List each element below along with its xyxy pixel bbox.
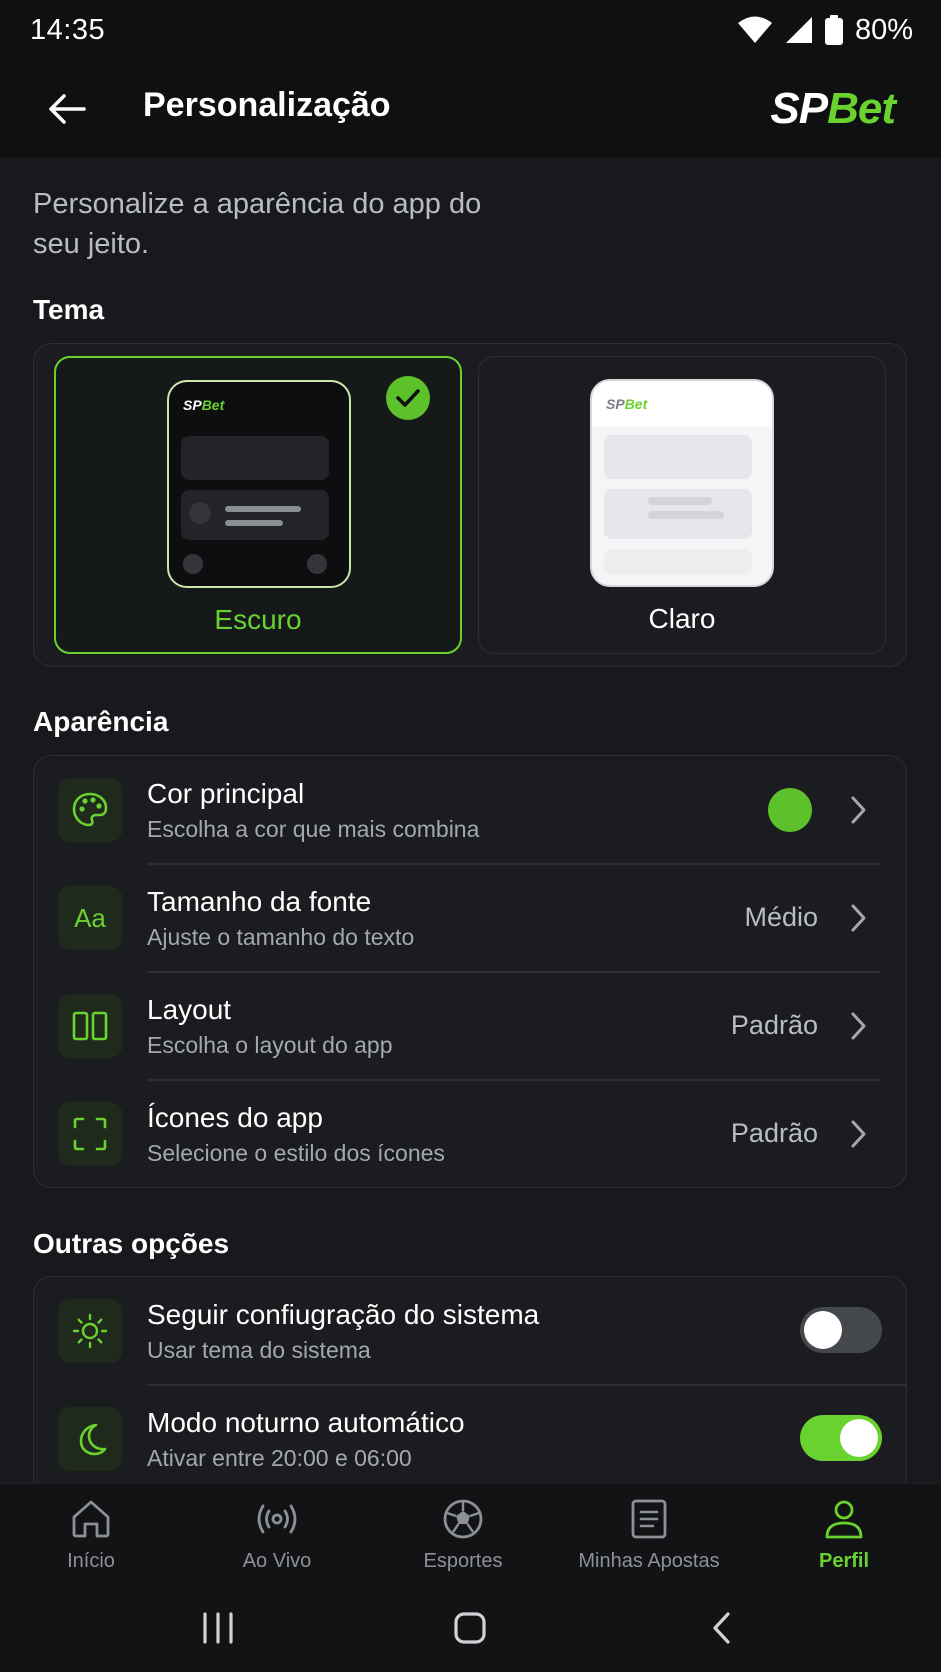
appearance-row-layout[interactable]: Layout Escolha o layout do app Padrão [34,972,906,1080]
other-options-list: Seguir confiugração do sistema Usar tema… [33,1276,907,1506]
light-theme-preview: SP Bet [590,379,774,587]
theme-option-light[interactable]: SP Bet Claro [478,356,886,654]
wifi-icon [737,16,773,44]
logo-bet-text: Bet [827,84,896,133]
palette-icon [58,778,122,842]
row-title: Ícones do app [147,1102,323,1133]
row-subtitle: Escolha a cor que mais combina [147,816,480,842]
appearance-row-font-size[interactable]: Aa Tamanho da fonte Ajuste o tamanho do … [34,864,906,972]
layout-columns-icon [58,994,122,1058]
row-title: Seguir confiugração do sistema [147,1299,540,1330]
battery-percent: 80% [854,13,913,46]
status-icons: 80% [737,14,913,47]
nav-item-live[interactable]: Ao Vivo [183,1496,371,1584]
other-row-auto-night: Modo noturno automático Ativar entre 20:… [34,1385,906,1493]
status-time: 14:35 [30,13,106,46]
preview-logo: SP Bet [592,381,772,427]
row-title: Layout [147,994,232,1025]
appearance-row-main-color[interactable]: Cor principal Escolha a cor que mais com… [34,756,906,864]
row-subtitle: Escolha o layout do app [147,1032,393,1058]
chevron-right-icon [851,1012,866,1040]
nav-item-home[interactable]: Início [0,1496,185,1584]
nav-label: Início [67,1550,115,1572]
row-subtitle: Selecione o estilo dos ícones [147,1140,445,1166]
section-title-theme: Tema [33,294,105,325]
chevron-right-icon [851,1120,866,1148]
battery-icon [824,15,843,45]
bottom-navigation: Início Ao Vivo Esportes Minhas Apostas P… [0,1483,941,1586]
nav-label: Esportes [423,1550,503,1572]
intro-text: Personalize a aparência do app do seu je… [33,188,482,260]
moon-icon [58,1407,122,1471]
page-title: Personalização [143,86,391,124]
row-title: Cor principal [147,778,305,809]
chevron-right-icon [851,904,866,932]
appearance-row-app-icons[interactable]: Ícones do app Selecione o estilo dos íco… [34,1080,906,1187]
font-size-icon: Aa [58,886,122,950]
home-icon [68,1496,114,1542]
screen: 14:35 80% Personalização SPBet Personali… [0,0,941,1672]
arrow-left-icon [49,94,86,124]
theme-selector: SP Bet Escuro SP Bet Claro [33,343,907,667]
brand-logo: SPBet [770,84,896,134]
logo-sp-text: SP [770,84,828,133]
nav-item-my-bets[interactable]: Minhas Apostas [555,1496,743,1584]
app-header: Personalização SPBet [0,60,941,158]
row-title: Modo noturno automático [147,1407,465,1438]
back-system-button[interactable] [697,1606,747,1650]
row-title: Tamanho da fonte [147,886,372,917]
soccer-ball-icon [440,1496,486,1542]
theme-label-dark: Escuro [214,604,302,635]
nav-label: Perfil [818,1550,870,1572]
auto-night-toggle[interactable] [800,1415,882,1461]
row-value: Médio [744,902,818,932]
nav-label: Minhas Apostas [578,1550,720,1572]
nav-item-profile[interactable]: Perfil [750,1496,938,1584]
dark-theme-preview: SP Bet [167,380,351,588]
row-subtitle: Usar tema do sistema [147,1337,371,1363]
profile-icon [821,1496,867,1542]
home-system-button[interactable] [445,1606,495,1650]
chevron-right-icon [851,796,866,824]
system-navigation-bar [0,1586,941,1672]
bets-ticket-icon [626,1496,672,1542]
recent-apps-icon [203,1612,233,1644]
preview-logo: SP Bet [183,397,225,413]
signal-icon [785,16,813,44]
row-value: Padrão [730,1010,818,1040]
selected-check-icon [386,376,430,420]
frame-corners-icon [58,1102,122,1166]
appearance-list: Cor principal Escolha a cor que mais com… [33,755,907,1188]
recent-apps-button[interactable] [193,1606,243,1650]
theme-option-dark[interactable]: SP Bet Escuro [54,356,462,654]
other-row-system-theme: Seguir confiugração do sistema Usar tema… [34,1277,906,1385]
system-theme-toggle[interactable] [800,1307,882,1353]
status-bar: 14:35 80% [0,0,941,60]
section-title-appearance: Aparência [33,706,169,737]
back-button[interactable] [44,86,90,132]
home-system-icon [454,1612,486,1644]
section-title-other: Outras opções [33,1228,230,1259]
theme-label-light: Claro [648,603,716,634]
back-system-icon [713,1612,730,1644]
row-subtitle: Ajuste o tamanho do texto [147,924,415,950]
main-color-swatch [768,788,812,832]
row-subtitle: Ativar entre 20:00 e 06:00 [147,1445,412,1471]
row-value: Padrão [730,1118,818,1148]
sun-icon [58,1299,122,1363]
nav-item-sports[interactable]: Esportes [369,1496,557,1584]
nav-label: Ao Vivo [242,1550,312,1572]
live-icon [254,1496,300,1542]
